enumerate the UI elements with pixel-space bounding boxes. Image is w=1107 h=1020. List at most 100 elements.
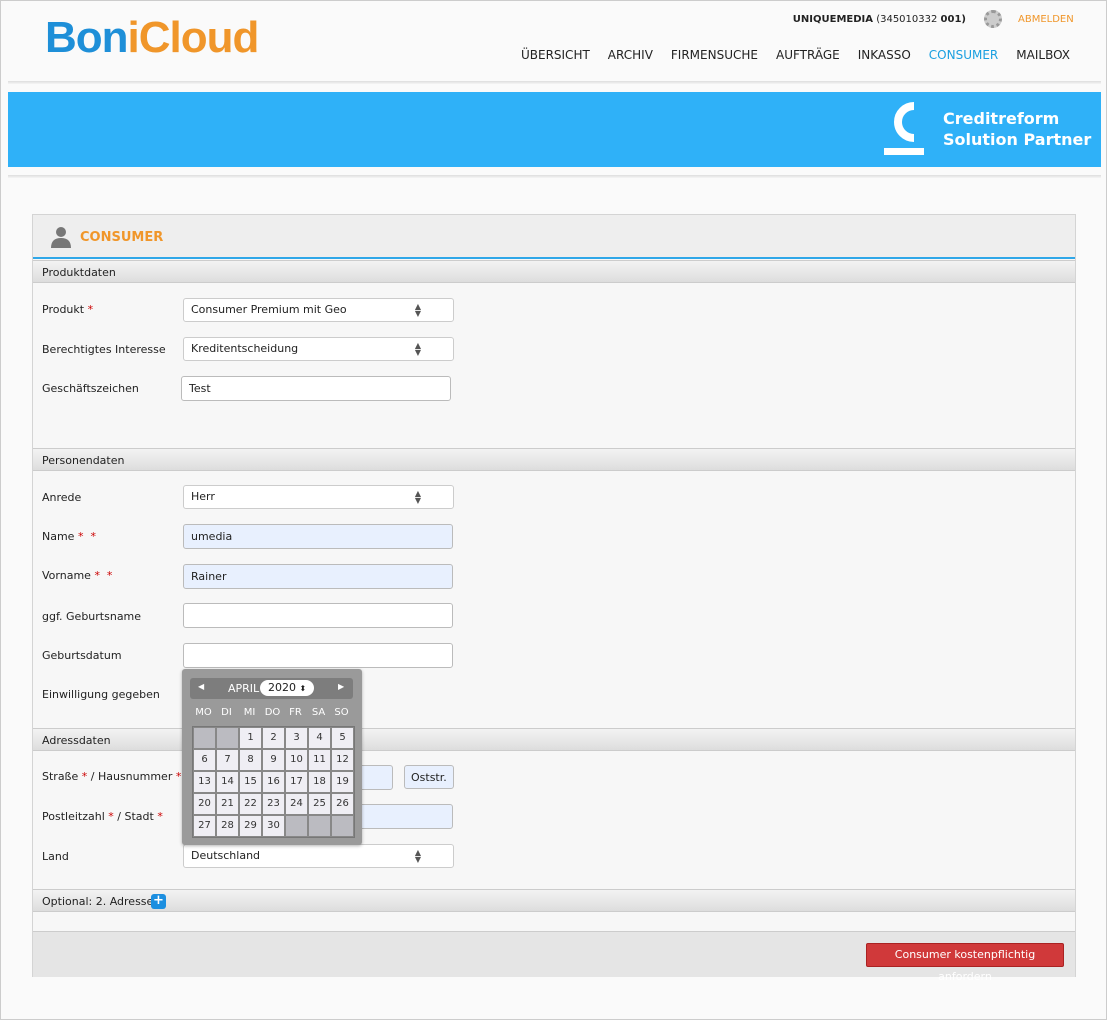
calendar-day[interactable]: 25 [308,793,331,815]
calendar-grid: 1 2 3 4 5 6 7 8 9 10 11 12 13 14 15 16 17 18 19 20 21 22 23 24 2… [192,726,355,838]
user-info: UNIQUEMEDIA (345010332 001) [792,14,966,25]
geburtsname-input[interactable] [183,603,453,628]
calendar-day[interactable]: 17 [285,771,308,793]
calendar-day[interactable]: 26 [331,793,354,815]
weekday-label: DI [221,707,232,718]
calendar-day[interactable]: 11 [308,749,331,771]
calendar-day[interactable]: 21 [216,793,239,815]
divider [8,175,1101,178]
panel-footer: Consumer kostenpflichtig anfordern [33,931,1075,983]
weekday-label: FR [289,707,302,718]
year-select[interactable]: 2020 ⬍ [260,680,314,696]
creditreform-logo-icon [884,102,924,155]
produkt-label: Produkt * [42,303,94,316]
person-icon [51,227,71,248]
calendar-empty-cell [216,727,239,749]
divider [8,81,1101,84]
panel-header [33,215,1075,259]
produkt-select[interactable]: Consumer Premium mit Geo ▲ ▼ [183,298,454,322]
section-optional-adresse: Optional: 2. Adresse [33,889,1075,912]
nav-consumer[interactable]: CONSUMER [929,48,998,62]
calendar-empty-cell [193,727,216,749]
select-arrows-icon: ▲ ▼ [414,341,421,357]
main-nav: ÜBERSICHT ARCHIV FIRMENSUCHE AUFTRÄGE IN… [521,48,1070,62]
calendar-day[interactable]: 20 [193,793,216,815]
month-label: APRIL [228,682,260,695]
calendar-day[interactable]: 4 [308,727,331,749]
calendar-day[interactable]: 6 [193,749,216,771]
calendar-day[interactable]: 23 [262,793,285,815]
name-input[interactable]: umedia [183,524,453,549]
geschaeftszeichen-label: Geschäftszeichen [42,382,139,395]
calendar-day[interactable]: 24 [285,793,308,815]
boncloud-logo[interactable]: BoniCloud [45,13,259,63]
strasse-label: Straße * / Hausnummer * [42,770,182,783]
datepicker-header: ◀ APRIL 2020 ⬍ ▶ [190,678,353,699]
einwilligung-label: Einwilligung gegeben [42,688,160,701]
calendar-empty-cell [285,815,308,837]
next-month-icon[interactable]: ▶ [338,682,344,691]
calendar-day[interactable]: 12 [331,749,354,771]
calendar-day[interactable]: 30 [262,815,285,837]
logout-link[interactable]: ABMELDEN [1018,14,1074,25]
weekday-label: SA [311,707,326,718]
vorname-label: Vorname * * [42,569,113,582]
plz-label: Postleitzahl * / Stadt * [42,810,163,823]
geburtsname-label: ggf. Geburtsname [42,610,142,623]
section-personendaten: Personendaten [33,448,1075,471]
calendar-day[interactable]: 10 [285,749,308,771]
nav-uebersicht[interactable]: ÜBERSICHT [521,48,590,62]
geburtsdatum-input[interactable] [183,643,453,668]
interesse-label: Berechtigtes Interesse [42,343,166,356]
creditreform-banner [8,92,1101,167]
calendar-day[interactable]: 8 [239,749,262,771]
calendar-day[interactable]: 3 [285,727,308,749]
calendar-day[interactable]: 29 [239,815,262,837]
nav-auftraege[interactable]: AUFTRÄGE [776,48,840,62]
page: BoniCloud UNIQUEMEDIA (345010332 001) AB… [0,0,1107,1020]
calendar-day[interactable]: 14 [216,771,239,793]
weekday-label: MO [195,707,212,718]
name-label: Name * * [42,530,96,543]
panel-title: CONSUMER [80,230,164,245]
calendar-day[interactable]: 28 [216,815,239,837]
calendar-day[interactable]: 9 [262,749,285,771]
calendar-day[interactable]: 16 [262,771,285,793]
nav-mailbox[interactable]: MAILBOX [1016,48,1070,62]
settings-gear-icon[interactable] [984,10,1002,28]
section-produktdaten: Produktdaten [33,260,1075,283]
calendar-day[interactable]: 15 [239,771,262,793]
calendar-day[interactable]: 2 [262,727,285,749]
calendar-day[interactable]: 5 [331,727,354,749]
submit-button[interactable]: Consumer kostenpflichtig anfordern [866,943,1064,983]
weekday-label: DO [264,707,281,718]
consumer-panel: CONSUMER Produktdaten Produkt * Consumer… [32,214,1076,983]
datepicker: ◀ APRIL 2020 ⬍ ▶ MO DI MI DO FR SA SO 12345678… [182,669,362,845]
weekday-label: SO [334,707,349,718]
interesse-select[interactable]: Kreditentscheidung ▲ ▼ [183,337,454,361]
nav-archiv[interactable]: ARCHIV [608,48,653,62]
anrede-select[interactable]: Herr ▲ ▼ [183,485,454,509]
land-select[interactable]: Deutschland ▲ ▼ [183,844,454,868]
oststr-button[interactable]: Oststr. [404,765,454,789]
calendar-empty-cell [331,815,354,837]
land-label: Land [42,850,69,863]
calendar-day[interactable]: 22 [239,793,262,815]
calendar-day[interactable]: 19 [331,771,354,793]
calendar-day[interactable]: 1 [239,727,262,749]
calendar-day[interactable]: 27 [193,815,216,837]
anrede-label: Anrede [42,491,82,504]
add-address-plus-icon[interactable]: + [151,894,166,909]
vorname-input[interactable]: Rainer [183,564,453,589]
nav-inkasso[interactable]: INKASSO [858,48,911,62]
nav-firmensuche[interactable]: FIRMENSUCHE [671,48,758,62]
calendar-day[interactable]: 13 [193,771,216,793]
calendar-day[interactable]: 18 [308,771,331,793]
weekday-label: MI [243,707,256,718]
creditreform-text: Creditreform Solution Partner [943,109,1092,149]
prev-month-icon[interactable]: ◀ [198,682,204,691]
geschaeftszeichen-input[interactable]: Test [181,376,451,401]
select-arrows-icon: ▲ ▼ [414,848,421,864]
calendar-day[interactable]: 7 [216,749,239,771]
select-arrows-icon: ▲ ▼ [414,489,421,505]
